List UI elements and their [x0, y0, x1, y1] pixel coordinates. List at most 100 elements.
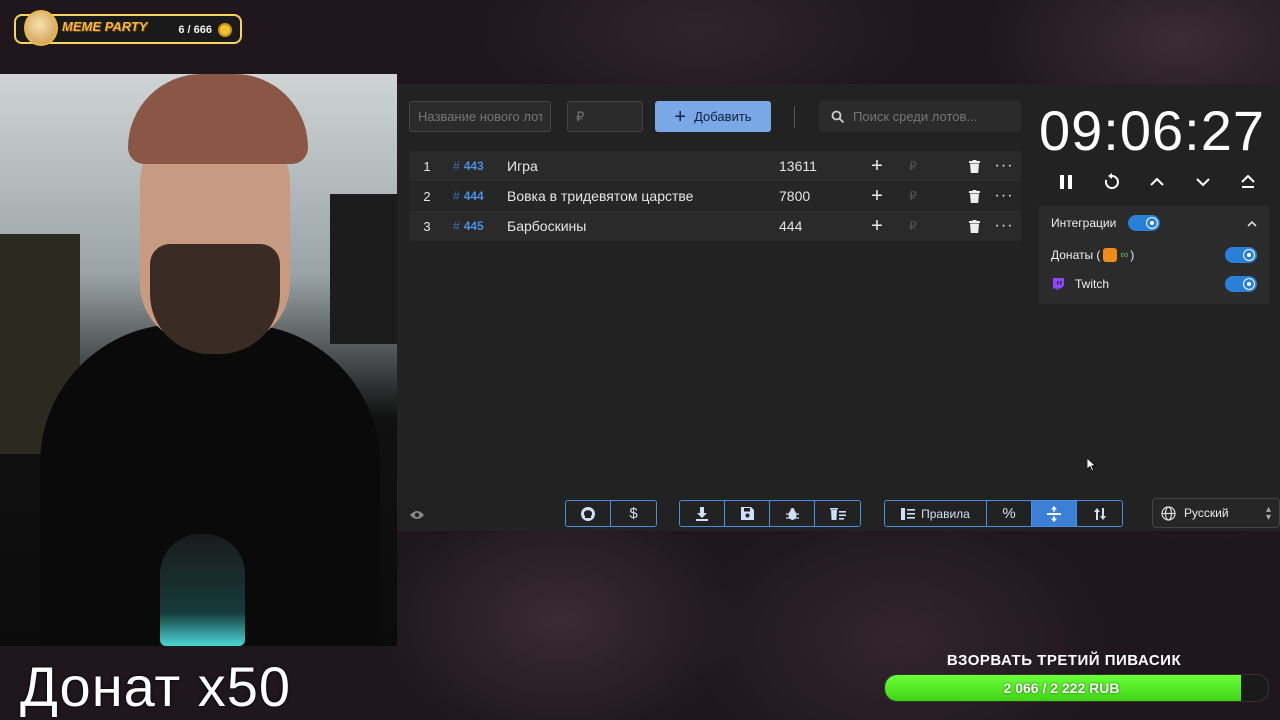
debug-button[interactable] [770, 501, 815, 526]
reset-timer-button[interactable] [1098, 168, 1126, 196]
lot-index: 3 [423, 218, 431, 234]
hash-icon: # [453, 189, 460, 203]
donations-integration: Донаты ( ∞ ) [1051, 247, 1257, 263]
sort-button[interactable] [1077, 501, 1122, 526]
add-amount-button[interactable]: + [857, 215, 897, 238]
rules-icon [901, 507, 916, 520]
lot-id-number: 445 [463, 219, 484, 233]
rules-button[interactable]: Правила [885, 501, 987, 526]
percent-button[interactable]: % [987, 501, 1032, 526]
bug-icon [785, 507, 799, 520]
webcam-background-chair [330, 194, 397, 344]
split-icon [1047, 505, 1061, 522]
download-button[interactable] [680, 501, 725, 526]
sort-icon [1093, 507, 1106, 520]
more-options-button[interactable]: ··· [989, 187, 1019, 205]
globe-icon [1161, 505, 1176, 521]
webcam-feed [0, 74, 397, 646]
search-input[interactable] [853, 109, 1013, 124]
file-actions-group [679, 500, 861, 527]
toolbar-divider [794, 106, 795, 128]
hash-icon: # [453, 219, 460, 233]
lot-row: 1 #443 Игра 13611 + ₽ ··· [409, 151, 1021, 181]
lot-row: 3 #445 Барбоскины 444 + ₽ ··· [409, 211, 1021, 241]
donations-suffix: ) [1130, 248, 1135, 262]
add-amount-button[interactable]: + [857, 185, 897, 208]
mouse-cursor-icon [1087, 458, 1097, 472]
add-amount-button[interactable]: + [857, 155, 897, 178]
lot-index: 2 [423, 188, 431, 204]
github-button[interactable] [566, 501, 611, 526]
donate-button[interactable]: $ [611, 501, 656, 526]
language-select[interactable]: Русский ▴ ▾ [1152, 498, 1280, 528]
donat-multiplier-label: Донат x50 [20, 655, 292, 718]
webcam-microphone [160, 534, 245, 646]
clear-lots-button[interactable] [815, 501, 860, 526]
more-options-button[interactable]: ··· [989, 217, 1019, 235]
split-view-button[interactable] [1032, 501, 1077, 526]
lot-id-number: 443 [463, 159, 484, 173]
lot-search[interactable] [819, 101, 1021, 132]
lot-name[interactable]: Игра [507, 158, 779, 174]
auction-timer: 09:06:27 [1039, 99, 1265, 162]
reset-icon [1104, 173, 1119, 189]
donationalerts-icon [1103, 248, 1118, 262]
trash-icon [968, 189, 980, 203]
double-chevron-up-icon [1241, 175, 1255, 188]
lot-name[interactable]: Вовка в тридевятом царстве [507, 188, 779, 204]
meme-party-count: 6 / 666 [178, 24, 212, 36]
save-icon [740, 507, 754, 520]
integrations-panel: Интеграции Донаты ( ∞ ) Twitch [1039, 206, 1269, 304]
delete-lot-button[interactable] [959, 189, 989, 203]
lot-name[interactable]: Барбоскины [507, 218, 779, 234]
new-lot-name-input[interactable] [409, 101, 551, 132]
new-lot-price-input[interactable] [567, 101, 643, 132]
pause-button[interactable] [1052, 168, 1080, 196]
links-group: $ [565, 500, 657, 527]
trash-list-icon [829, 508, 846, 520]
chevron-down-icon [1195, 178, 1210, 187]
ruble-icon: ₽ [909, 219, 917, 233]
auction-panel: + Добавить 1 #443 Игра 13611 + ₽ ··· 2 #… [397, 84, 1280, 531]
more-options-button[interactable]: ··· [989, 157, 1019, 175]
delete-lot-button[interactable] [959, 159, 989, 173]
twitch-toggle[interactable] [1225, 276, 1257, 292]
integrations-toggle[interactable] [1128, 215, 1161, 231]
double-time-up-button[interactable] [1234, 168, 1262, 196]
time-down-button[interactable] [1189, 168, 1217, 196]
time-up-button[interactable] [1143, 168, 1171, 196]
lot-amount: 13611 [779, 158, 817, 174]
language-value: Русский [1184, 506, 1229, 520]
delete-lot-button[interactable] [959, 219, 989, 233]
lot-row: 2 #444 Вовка в тридевятом царстве 7800 +… [409, 181, 1021, 211]
add-lot-label: Добавить [694, 109, 752, 124]
donatepay-icon: ∞ [1120, 249, 1129, 261]
twitch-label: Twitch [1075, 277, 1110, 291]
select-chevron-icon: ▴ ▾ [1265, 504, 1271, 523]
lot-id: #445 [445, 219, 507, 233]
save-button[interactable] [725, 501, 770, 526]
plus-icon: + [674, 105, 687, 128]
ruble-icon: ₽ [909, 159, 917, 173]
dollar-icon: $ [629, 505, 638, 522]
trash-icon [968, 219, 980, 233]
donations-toggle[interactable] [1225, 247, 1257, 263]
meme-party-widget: MEME PARTY 6 / 666 [14, 10, 242, 46]
eye-icon[interactable] [409, 507, 425, 525]
hash-icon: # [453, 159, 460, 173]
goal-title: ВЗОРВАТЬ ТРЕТИЙ ПИВАСИК [946, 652, 1182, 669]
goal-progress-bar: 2 066 / 2 222 RUB [884, 674, 1269, 702]
github-icon [581, 506, 595, 521]
collapse-button[interactable] [1247, 216, 1257, 230]
search-icon [831, 110, 845, 123]
lot-amount: 7800 [779, 188, 811, 204]
lot-amount: 444 [779, 218, 803, 234]
donations-label: Донаты ( [1051, 248, 1101, 262]
chevron-up-icon [1150, 177, 1164, 186]
lots-list: 1 #443 Игра 13611 + ₽ ··· 2 #444 Вовка в… [409, 151, 1021, 241]
webcam-streamer-cap [128, 74, 308, 164]
webcam-streamer-beard [150, 244, 280, 354]
download-icon [696, 506, 708, 521]
add-lot-button[interactable]: + Добавить [655, 101, 771, 132]
integrations-title: Интеграции [1051, 216, 1117, 230]
